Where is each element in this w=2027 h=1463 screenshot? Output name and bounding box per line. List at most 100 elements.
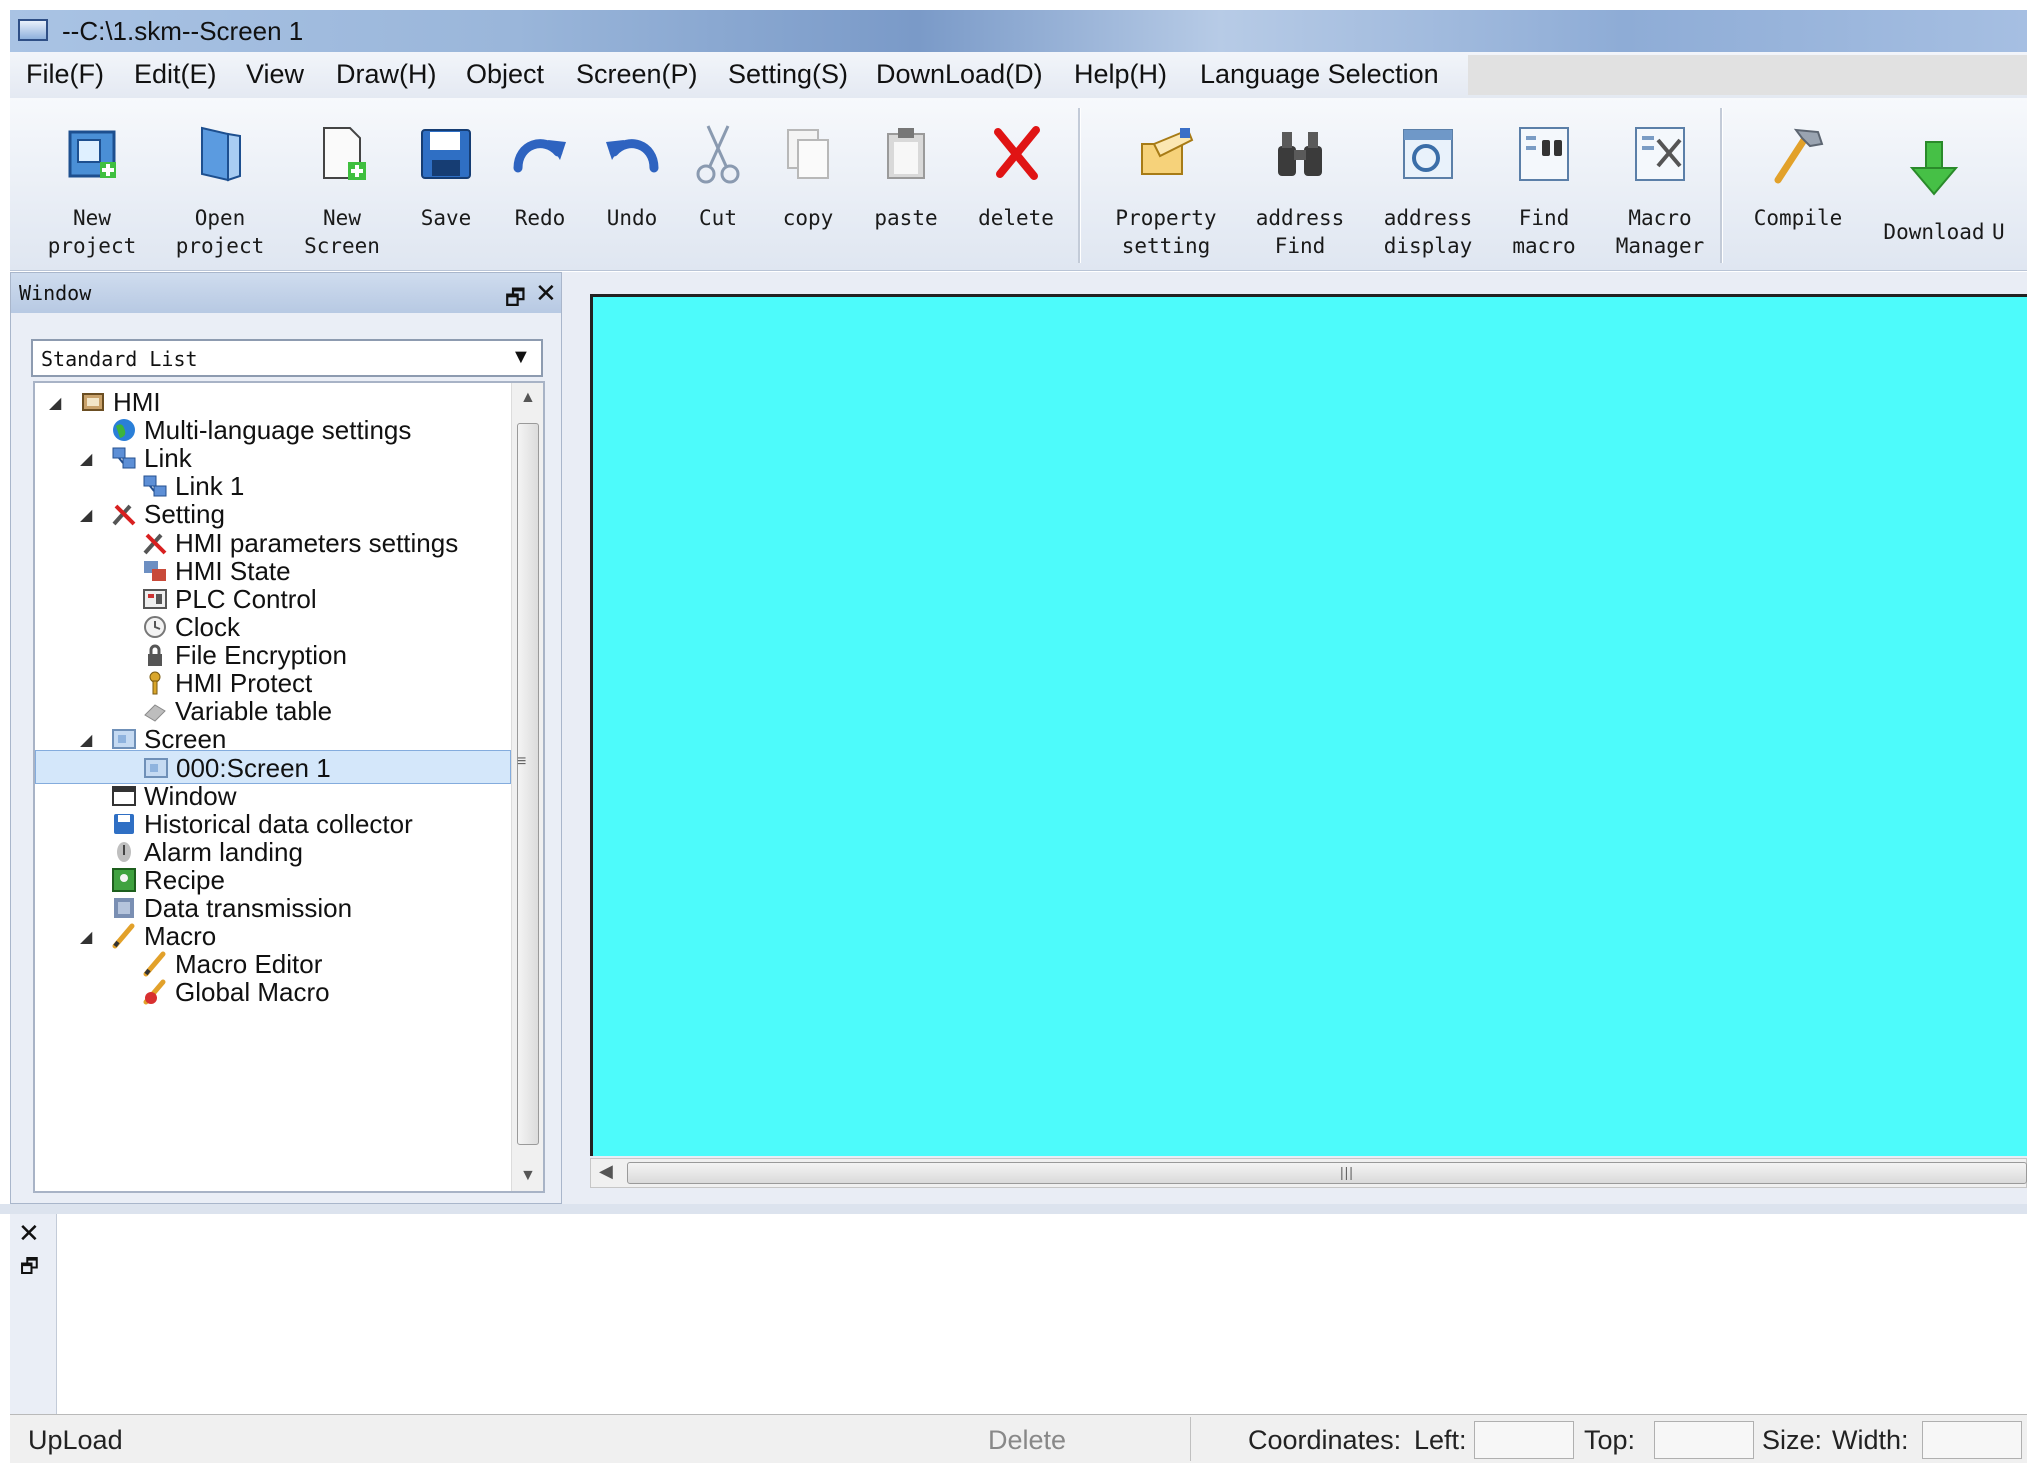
address-display-button[interactable]: address display bbox=[1378, 112, 1478, 262]
pencil-icon bbox=[143, 951, 166, 977]
screen-canvas[interactable] bbox=[590, 294, 2027, 1156]
macro-manager-button[interactable]: Macro Manager bbox=[1610, 112, 1710, 262]
upload-label: U bbox=[1992, 220, 2005, 244]
menu-language-selection[interactable]: Language Selection bbox=[1200, 59, 1439, 90]
screen-icon bbox=[112, 729, 136, 749]
scrollbar-thumb[interactable] bbox=[517, 423, 539, 1145]
upload-button[interactable]: U bbox=[1992, 112, 2027, 262]
menu-download[interactable]: DownLoad(D) bbox=[876, 59, 1043, 90]
download-arrow-icon bbox=[1909, 141, 1959, 196]
app-icon bbox=[18, 19, 48, 41]
menu-setting[interactable]: Setting(S) bbox=[728, 59, 848, 90]
address-display-icon bbox=[1403, 129, 1453, 179]
close-panel-icon[interactable]: ✕ bbox=[535, 278, 557, 309]
undo-icon bbox=[606, 139, 659, 173]
grip-icon: ||| bbox=[1340, 1164, 1354, 1180]
expand-toggle-icon[interactable]: ◢ bbox=[80, 730, 92, 750]
menu-object[interactable]: Object bbox=[466, 59, 544, 90]
expand-toggle-icon[interactable]: ◢ bbox=[49, 393, 61, 413]
binoculars-icon bbox=[1278, 132, 1322, 176]
delete-button[interactable]: delete bbox=[966, 112, 1066, 262]
delete-label: delete bbox=[978, 206, 1054, 230]
property-setting-label: Property setting bbox=[1115, 206, 1217, 258]
clock-icon bbox=[144, 616, 166, 638]
menu-file[interactable]: File(F) bbox=[26, 59, 104, 90]
open-project-button[interactable]: Open project bbox=[170, 112, 270, 262]
expand-toggle-icon[interactable]: ◢ bbox=[80, 449, 92, 469]
menu-edit[interactable]: Edit(E) bbox=[134, 59, 217, 90]
panel-title: Window bbox=[19, 281, 92, 305]
new-project-button[interactable]: New project bbox=[42, 112, 142, 262]
plc-control-icon bbox=[143, 589, 167, 609]
open-project-icon bbox=[201, 126, 241, 182]
save-button[interactable]: Save bbox=[396, 112, 496, 262]
scroll-down-icon[interactable]: ▼ bbox=[520, 1167, 536, 1185]
property-setting-button[interactable]: Property setting bbox=[1115, 112, 1217, 262]
menu-view[interactable]: View bbox=[246, 59, 304, 90]
pencil-icon bbox=[112, 923, 135, 949]
scroll-left-icon[interactable]: ◀ bbox=[599, 1161, 613, 1182]
new-screen-icon bbox=[323, 127, 366, 180]
status-separator bbox=[1190, 1417, 1191, 1461]
close-output-icon[interactable]: ✕ bbox=[18, 1218, 40, 1249]
macro-manager-icon bbox=[1635, 127, 1685, 181]
window-title: --C:\1.skm--Screen 1 bbox=[62, 16, 304, 46]
hammer-icon bbox=[1774, 128, 1824, 184]
address-find-button[interactable]: address Find bbox=[1250, 112, 1350, 262]
disk-icon bbox=[114, 814, 134, 834]
undo-button[interactable]: Undo bbox=[582, 112, 682, 262]
copy-button[interactable]: copy bbox=[758, 112, 858, 262]
window-panel: Window 🗗 ✕ Standard List ▼ ◢ HMI Multi-lan… bbox=[10, 272, 562, 1204]
menu-draw[interactable]: Draw(H) bbox=[336, 59, 437, 90]
window-icon bbox=[112, 786, 136, 806]
status-upload-text: UpLoad bbox=[28, 1425, 123, 1455]
view-dropdown[interactable]: Standard List ▼ bbox=[31, 339, 543, 377]
lock-icon bbox=[148, 644, 162, 666]
new-project-icon bbox=[68, 130, 116, 178]
menu-screen[interactable]: Screen(P) bbox=[576, 59, 698, 90]
find-macro-icon bbox=[1519, 127, 1569, 181]
download-button[interactable]: Download bbox=[1883, 112, 1985, 262]
compile-button[interactable]: Compile bbox=[1748, 112, 1848, 262]
menu-bar-empty-area bbox=[1468, 55, 2027, 95]
output-panel-sidebar: ✕ 🗗 bbox=[10, 1214, 57, 1414]
hmi-icon bbox=[82, 393, 104, 411]
compile-label: Compile bbox=[1753, 206, 1843, 230]
redo-button[interactable]: Redo bbox=[490, 112, 590, 262]
expand-toggle-icon[interactable]: ◢ bbox=[80, 927, 92, 947]
panel-header: Window 🗗 ✕ bbox=[11, 273, 561, 313]
screen-icon bbox=[144, 758, 168, 778]
output-panel: ✕ 🗗 bbox=[10, 1214, 2027, 1414]
scroll-up-icon[interactable]: ▲ bbox=[520, 389, 536, 407]
panel-divider bbox=[0, 1204, 2027, 1214]
eraser-icon bbox=[144, 704, 166, 722]
canvas-horizontal-scrollbar[interactable]: ◀ ||| bbox=[590, 1158, 2027, 1188]
float-panel-icon[interactable]: 🗗 bbox=[505, 281, 526, 319]
open-project-label: Open project bbox=[175, 206, 265, 258]
tree-scrollbar[interactable]: ▲ ≡ ▼ bbox=[511, 383, 543, 1191]
tools-icon bbox=[112, 504, 136, 526]
menu-bar: File(F) Edit(E) View Draw(H) Object Scre… bbox=[10, 52, 2027, 99]
grip-icon: ≡ bbox=[517, 753, 527, 770]
tree-item-label: Global Macro bbox=[175, 977, 330, 1007]
download-label: Download bbox=[1883, 220, 1985, 244]
top-field bbox=[1654, 1421, 1754, 1459]
find-macro-button[interactable]: Find macro bbox=[1494, 112, 1594, 262]
menu-help[interactable]: Help(H) bbox=[1074, 59, 1167, 90]
status-delete-text: Delete bbox=[988, 1425, 1067, 1455]
paste-button[interactable]: paste bbox=[856, 112, 956, 262]
cut-button[interactable]: Cut bbox=[668, 112, 768, 262]
expand-toggle-icon[interactable]: ◢ bbox=[80, 505, 92, 525]
copy-icon bbox=[787, 129, 829, 179]
tools-icon bbox=[143, 533, 167, 555]
new-screen-button[interactable]: New Screen bbox=[292, 112, 392, 262]
top-label: Top: bbox=[1584, 1425, 1636, 1455]
toolbar-separator bbox=[1078, 108, 1081, 263]
scrollbar-thumb[interactable]: ||| bbox=[627, 1162, 2027, 1184]
size-label: Size: bbox=[1762, 1425, 1823, 1455]
float-output-icon[interactable]: 🗗 bbox=[20, 1252, 39, 1286]
width-field bbox=[1922, 1421, 2022, 1459]
save-icon bbox=[421, 129, 471, 179]
tree-item[interactable]: Global Macro bbox=[35, 975, 511, 1009]
macro-manager-label: Macro Manager bbox=[1615, 206, 1705, 258]
